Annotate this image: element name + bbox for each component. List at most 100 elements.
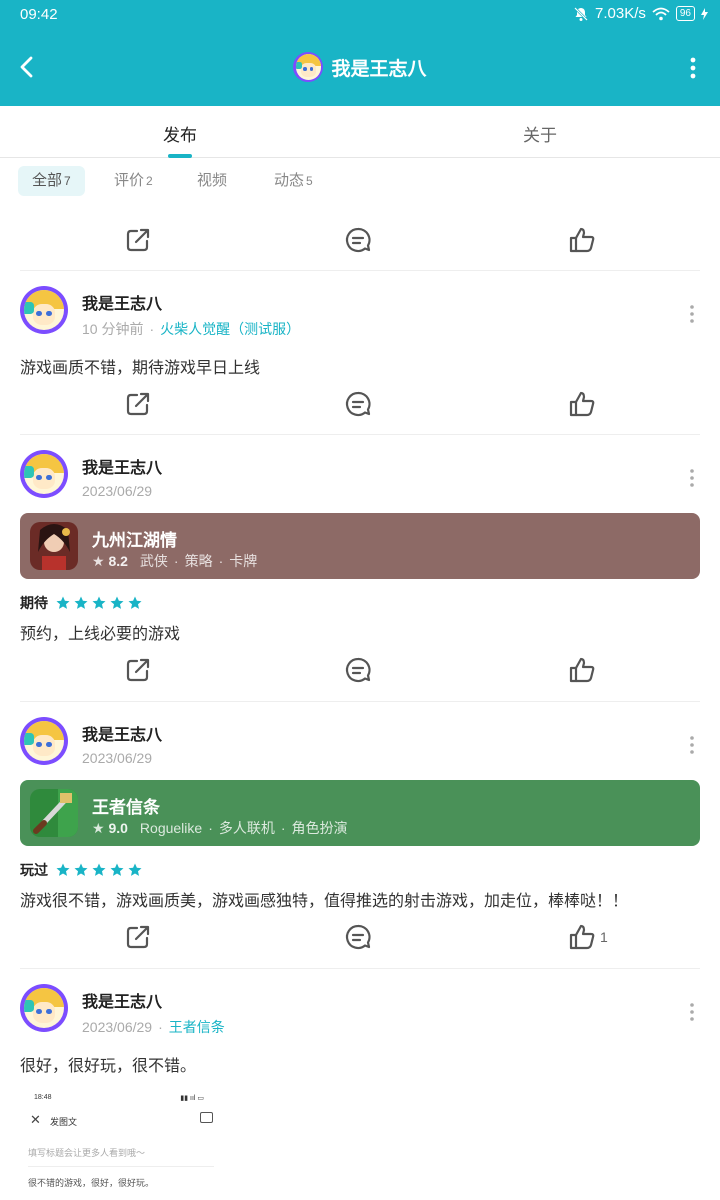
chip-moments-count: 5 [306,174,313,188]
author-avatar[interactable] [20,984,68,1032]
post-feed[interactable]: 我是王志八 10 分钟前 · 火柴人觉醒（测试服） 游戏画质不错，期待游戏早日上线 … [0,204,720,1200]
post-actions [0,220,720,260]
thumb-status-bar: 18:48 ▮▮ ııl ▭ [34,1094,204,1102]
post-image[interactable]: 18:48 ▮▮ ııl ▭ ✕ 发图文 填写标题会让更多人看到哦～ 很不错的游戏… [20,1088,220,1200]
rating-row: 玩过 [20,860,142,880]
star-icon [128,863,142,876]
comment-icon[interactable] [344,656,372,684]
game-score: 9.0 [108,820,128,836]
post-text: 游戏画质不错，期待游戏早日上线 [20,360,261,377]
author-name[interactable]: 我是王志八 [82,988,225,1012]
comment-icon[interactable] [344,226,372,254]
status-icons: 7.03K/s 96 [573,5,708,22]
game-info: ★ 8.2 武侠 · 策略 · 卡牌 [92,553,258,569]
post-actions [0,650,720,690]
game-tag: 武侠 [139,553,168,569]
post-divider [20,701,700,702]
post-time: 2023/06/29 [82,750,153,766]
post-header: 我是王志八 2023/06/29 · 王者信条 [20,984,225,1037]
game-icon [30,789,78,837]
star-icon [128,596,142,609]
chip-all-count: 7 [64,174,71,188]
like-icon[interactable] [568,226,596,254]
chip-moments[interactable]: 动态 5 [260,166,327,196]
post-header: 我是王志八 10 分钟前 · 火柴人觉醒（测试服） [20,286,300,339]
chip-videos-label: 视频 [197,172,228,189]
post-more-icon[interactable] [688,304,696,324]
star-icon [92,863,106,876]
author-avatar[interactable] [20,717,68,765]
game-tag: 多人联机 [218,820,275,836]
like-icon[interactable] [568,923,596,951]
chip-reviews-count: 2 [146,174,153,188]
post-divider [20,434,700,435]
star-icon [74,596,88,609]
post-actions [0,384,720,424]
author-name[interactable]: 我是王志八 [82,454,162,478]
status-time: 09:42 [20,6,58,23]
game-link[interactable]: 火柴人觉醒（测试服） [160,321,300,337]
chip-moments-label: 动态 [274,172,305,189]
game-tag: Roguelike [139,820,203,836]
nav-row: 我是王志八 [0,40,720,94]
chip-reviews-label: 评价 [114,172,145,189]
author-avatar[interactable] [20,450,68,498]
game-tag: 策略 [184,553,213,569]
comment-icon[interactable] [344,923,372,951]
post-meta: 10 分钟前 · 火柴人觉醒（测试服） [82,321,301,337]
like-icon[interactable] [568,390,596,418]
post-more-icon[interactable] [688,1002,696,1022]
mute-bell-icon [574,6,588,21]
star-icon [110,596,124,609]
post-time: 2023/06/29 [82,483,153,499]
page-title: 我是王志八 [331,58,427,80]
post-header: 我是王志八 2023/06/29 [20,450,162,499]
share-icon[interactable] [124,656,152,684]
comment-icon[interactable] [344,390,372,418]
chip-all-label: 全部 [32,172,63,189]
post-header: 我是王志八 2023/06/29 [20,717,162,766]
post-meta: 2023/06/29 [82,750,162,766]
tab-about[interactable]: 关于 [523,121,557,146]
rating-label: 期待 [20,595,48,611]
share-icon[interactable] [124,390,152,418]
like-icon[interactable] [568,656,596,684]
game-link[interactable]: 王者信条 [169,1019,225,1035]
game-tag: 角色扮演 [291,820,348,836]
thumb-divider [28,1166,214,1167]
tab-publish[interactable]: 发布 [163,121,197,146]
like-count: 1 [600,929,608,945]
page-title-group: 我是王志八 [0,52,720,82]
post-meta: 2023/06/29 [82,483,162,499]
post-text: 很好，很好玩，很不错。 [20,1058,197,1075]
game-card[interactable]: 王者信条 ★ 9.0 Roguelike · 多人联机 · 角色扮演 [20,780,700,846]
star-icon [56,596,70,609]
game-name: 九州江湖情 [92,531,177,550]
more-options-icon[interactable] [688,54,698,82]
author-name[interactable]: 我是王志八 [82,290,300,314]
author-avatar[interactable] [20,286,68,334]
network-speed: 7.03K/s [595,5,646,22]
chip-videos[interactable]: 视频 [183,166,241,196]
post-text: 预约，上线必要的游戏 [20,626,181,643]
thumb-close-icon: ✕ [30,1112,41,1127]
thumb-time: 18:48 [34,1094,52,1101]
battery-indicator: 96 [675,6,695,21]
chip-all[interactable]: 全部 7 [18,166,85,196]
game-card[interactable]: 九州江湖情 ★ 8.2 武侠 · 策略 · 卡牌 [20,513,700,579]
star-rating [56,596,142,610]
post-actions: 1 [0,917,720,957]
thumb-placeholder: 填写标题会让更多人看到哦～ [28,1148,146,1158]
game-info: ★ 9.0 Roguelike · 多人联机 · 角色扮演 [92,820,348,836]
header-avatar [293,52,324,82]
chip-reviews[interactable]: 评价 2 [100,166,167,196]
post-card: 我是王志八 10 分钟前 · 火柴人觉醒（测试服） 游戏画质不错，期待游戏早日上线 [0,286,720,436]
post-more-icon[interactable] [688,735,696,755]
share-icon[interactable] [124,226,152,254]
post-more-icon[interactable] [688,468,696,488]
star-rating [56,863,142,877]
share-icon[interactable] [124,923,152,951]
author-name[interactable]: 我是王志八 [82,721,162,745]
thumb-content: 很不错的游戏，很好，很好玩。 [28,1178,155,1188]
game-tag: 卡牌 [229,553,258,569]
